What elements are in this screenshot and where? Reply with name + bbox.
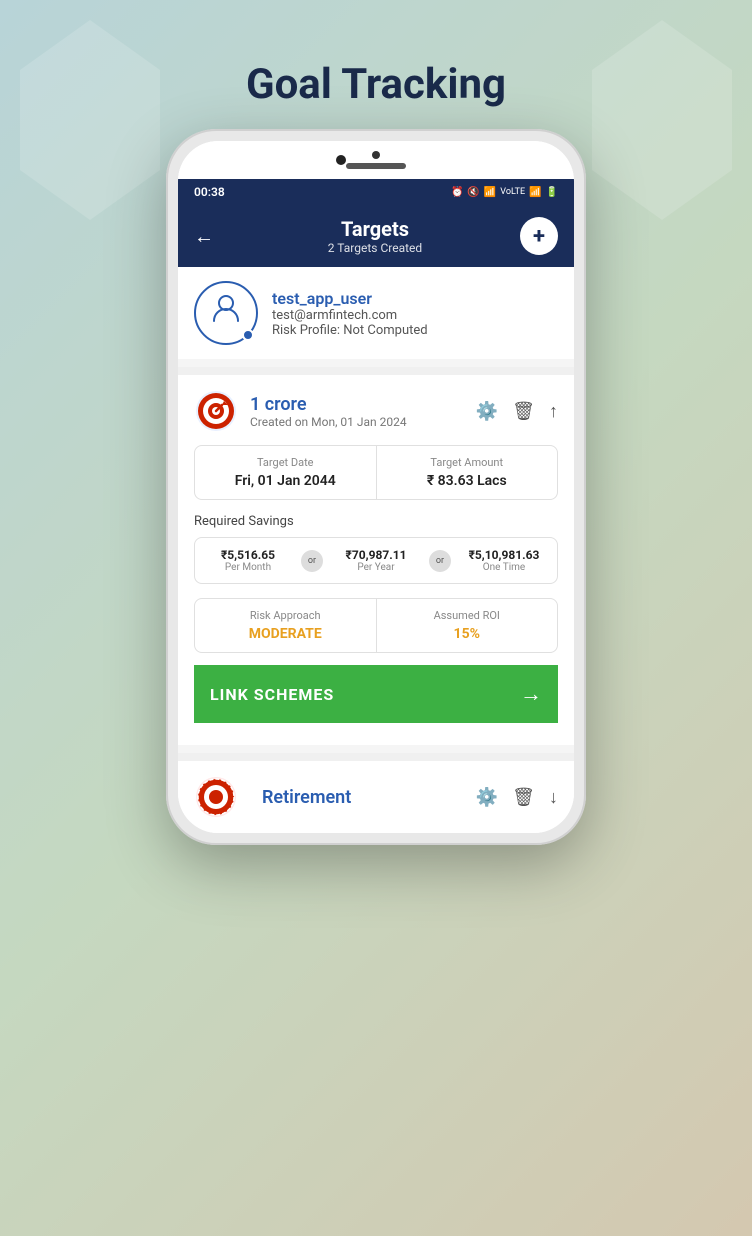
target-date-label: Target Date xyxy=(207,456,364,469)
avatar xyxy=(194,281,258,345)
lte-icon: VoLTE xyxy=(500,187,525,197)
savings-row-1: ₹5,516.65 Per Month or ₹70,987.11 Per Ye… xyxy=(194,537,558,584)
phone-inner: 00:38 ⏰ 🔇 📶 VoLTE 📶 🔋 ← Targets 2 Target… xyxy=(178,141,574,833)
goal-created-1: Created on Mon, 01 Jan 2024 xyxy=(250,415,476,429)
page-title: Goal Tracking xyxy=(246,60,506,109)
savings-per-year-amount: ₹70,987.11 xyxy=(329,548,423,562)
back-button[interactable]: ← xyxy=(194,224,214,249)
delete-icon-2[interactable]: 🗑 xyxy=(512,787,535,808)
camera-dot xyxy=(372,151,380,159)
target-amount-value: ₹ 83.63 Lacs xyxy=(389,473,546,489)
user-email: test@armfintech.com xyxy=(272,308,558,323)
delete-icon-1[interactable]: 🗑 xyxy=(512,401,535,422)
front-camera xyxy=(336,155,346,165)
phone-frame: 00:38 ⏰ 🔇 📶 VoLTE 📶 🔋 ← Targets 2 Target… xyxy=(166,129,586,845)
mute-icon: 🔇 xyxy=(467,187,479,198)
goal-title-area-1: 1 crore Created on Mon, 01 Jan 2024 xyxy=(250,394,476,429)
header-title: Targets xyxy=(230,217,520,241)
bg-decoration-right xyxy=(592,20,732,220)
status-time: 00:38 xyxy=(194,185,225,199)
battery-icon: 🔋 xyxy=(546,187,558,198)
separator-1 xyxy=(178,367,574,375)
goal-card-1: 1 crore Created on Mon, 01 Jan 2024 ⚙️ 🗑… xyxy=(178,375,574,745)
target-date-cell: Target Date Fri, 01 Jan 2044 xyxy=(195,446,376,499)
or-circle-1: or xyxy=(301,550,323,572)
status-bar: 00:38 ⏰ 🔇 📶 VoLTE 📶 🔋 xyxy=(178,179,574,205)
savings-per-month: ₹5,516.65 Per Month xyxy=(195,538,301,583)
goal-name-1: 1 crore xyxy=(250,394,476,415)
assumed-roi-value: 15% xyxy=(389,626,546,642)
app-header: ← Targets 2 Targets Created + xyxy=(178,205,574,267)
status-icons: ⏰ 🔇 📶 VoLTE 📶 🔋 xyxy=(451,187,558,198)
risk-approach-cell: Risk Approach MODERATE xyxy=(195,599,376,652)
expand-icon-1[interactable]: ↑ xyxy=(549,401,558,422)
link-schemes-button[interactable]: LINK SCHEMES → xyxy=(194,665,558,723)
link-schemes-label: LINK SCHEMES xyxy=(210,685,334,704)
savings-one-time-label: One Time xyxy=(457,562,551,573)
assumed-roi-label: Assumed ROI xyxy=(389,609,546,622)
goal-actions-1: ⚙️ 🗑 ↑ xyxy=(476,401,558,422)
risk-roi-row: Risk Approach MODERATE Assumed ROI 15% xyxy=(194,598,558,653)
link-schemes-arrow: → xyxy=(520,681,542,707)
goal-icon-2 xyxy=(194,775,238,819)
user-name: test_app_user xyxy=(272,289,558,308)
phone-notch xyxy=(178,141,574,179)
target-info-1: Target Date Fri, 01 Jan 2044 Target Amou… xyxy=(194,445,558,500)
savings-per-year-label: Per Year xyxy=(329,562,423,573)
bg-decoration-left xyxy=(20,20,160,220)
settings-icon-2[interactable]: ⚙️ xyxy=(476,787,498,808)
target-amount-cell: Target Amount ₹ 83.63 Lacs xyxy=(376,446,558,499)
goal-icon-1 xyxy=(194,389,238,433)
goal-name-2: Retirement xyxy=(262,787,476,808)
goal-header-1: 1 crore Created on Mon, 01 Jan 2024 ⚙️ 🗑… xyxy=(194,389,558,433)
savings-per-month-label: Per Month xyxy=(201,562,295,573)
header-title-area: Targets 2 Targets Created xyxy=(230,217,520,255)
assumed-roi-cell: Assumed ROI 15% xyxy=(376,599,558,652)
risk-approach-value: MODERATE xyxy=(207,626,364,642)
goal-actions-2: ⚙️ 🗑 ↓ xyxy=(476,787,558,808)
header-subtitle: 2 Targets Created xyxy=(230,241,520,255)
expand-icon-2[interactable]: ↓ xyxy=(549,787,558,808)
risk-approach-label: Risk Approach xyxy=(207,609,364,622)
user-info: test_app_user test@armfintech.com Risk P… xyxy=(272,289,558,338)
settings-icon-1[interactable]: ⚙️ xyxy=(476,401,498,422)
alarm-icon: ⏰ xyxy=(451,187,463,198)
user-section: test_app_user test@armfintech.com Risk P… xyxy=(178,267,574,359)
app-content: test_app_user test@armfintech.com Risk P… xyxy=(178,267,574,833)
savings-one-time-amount: ₹5,10,981.63 xyxy=(457,548,551,562)
required-savings-label: Required Savings xyxy=(194,514,558,529)
or-circle-2: or xyxy=(429,550,451,572)
savings-per-month-amount: ₹5,516.65 xyxy=(201,548,295,562)
add-target-button[interactable]: + xyxy=(520,217,558,255)
savings-one-time: ₹5,10,981.63 One Time xyxy=(451,538,557,583)
user-icon xyxy=(210,293,242,333)
user-risk-profile: Risk Profile: Not Computed xyxy=(272,323,558,338)
goal-card-2: Retirement ⚙️ 🗑 ↓ xyxy=(178,761,574,833)
savings-per-year: ₹70,987.11 Per Year xyxy=(323,538,429,583)
wifi-icon: 📶 xyxy=(484,187,496,198)
target-date-value: Fri, 01 Jan 2044 xyxy=(207,473,364,489)
target-amount-label: Target Amount xyxy=(389,456,546,469)
signal-icon: 📶 xyxy=(529,187,541,198)
separator-2 xyxy=(178,753,574,761)
speaker xyxy=(346,163,406,169)
avatar-status-dot xyxy=(242,329,254,341)
